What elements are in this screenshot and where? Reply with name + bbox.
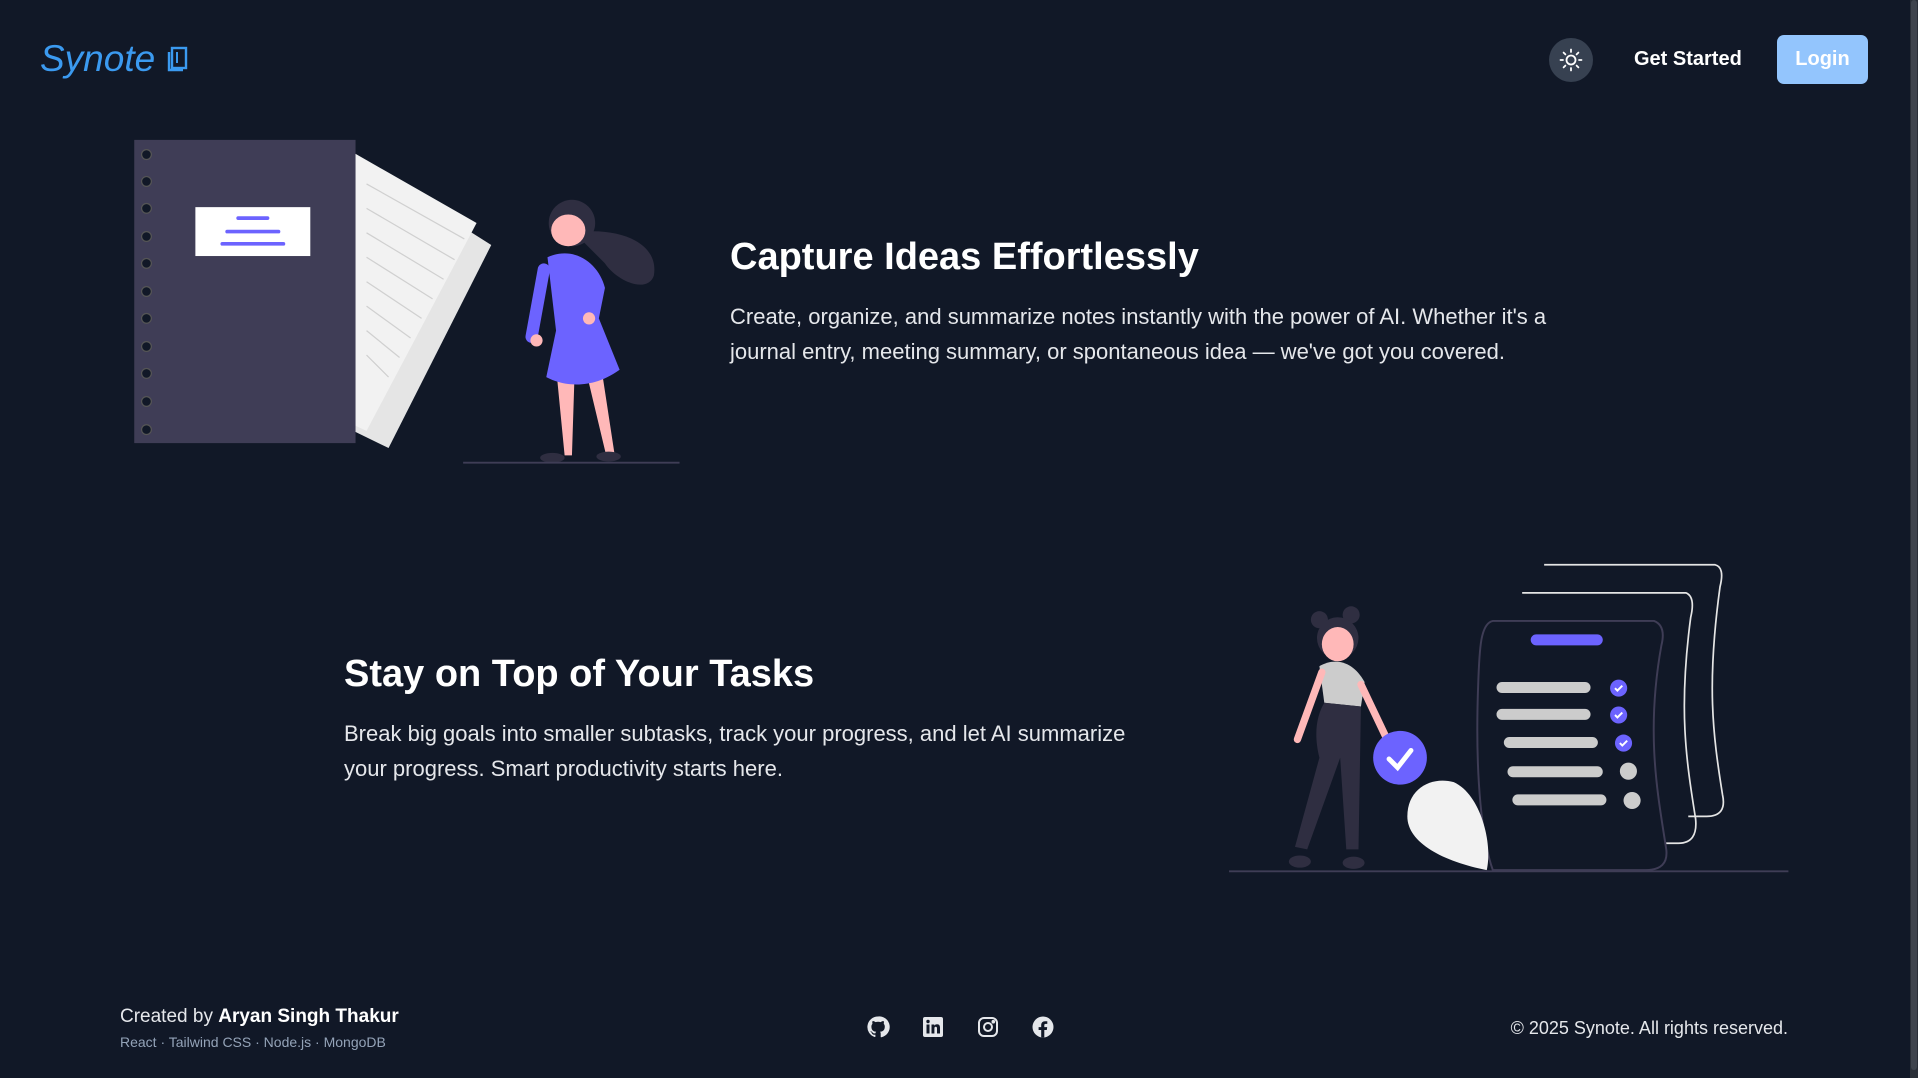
social-links (866, 1015, 1055, 1039)
facebook-icon (1032, 1016, 1054, 1038)
login-button[interactable]: Login (1777, 35, 1868, 84)
notebook-cover (134, 139, 356, 444)
footer-credits: Created by Aryan Singh Thakur React · Ta… (120, 1006, 399, 1050)
logo-link[interactable]: Synote (40, 38, 189, 80)
instagram-link[interactable] (976, 1015, 1000, 1039)
github-link[interactable] (866, 1015, 890, 1039)
section-title-capture: Capture Ideas Effortlessly (730, 236, 1199, 278)
author-name: Aryan Singh Thakur (218, 1006, 399, 1027)
linkedin-icon (923, 1017, 943, 1037)
logo-text: Synote (40, 38, 156, 79)
get-started-link[interactable]: Get Started (1634, 48, 1742, 71)
scrollbar-thumb[interactable] (1911, 0, 1917, 1070)
scrollbar[interactable] (1910, 0, 1918, 1078)
credit-line: Created by Aryan Singh Thakur (120, 1006, 399, 1028)
instagram-icon (978, 1017, 998, 1037)
checklist-illustration (1229, 563, 1789, 873)
notebook-illustration (134, 139, 680, 464)
theme-toggle-button[interactable] (1549, 38, 1593, 82)
book-icon (168, 46, 188, 72)
sun-icon (1559, 48, 1583, 72)
github-icon (867, 1016, 890, 1038)
woman-figure-2 (1288, 606, 1390, 869)
linkedin-link[interactable] (921, 1015, 945, 1039)
facebook-link[interactable] (1031, 1015, 1055, 1039)
created-by-label: Created by (120, 1006, 213, 1027)
copyright: © 2025 Synote. All rights reserved. (1510, 1018, 1788, 1038)
paper-sheets (348, 149, 492, 448)
tech-stack: React · Tailwind CSS · Node.js · MongoDB (120, 1034, 386, 1050)
section-body-tasks: Break big goals into smaller subtasks, t… (344, 721, 1126, 781)
woman-figure (525, 199, 655, 463)
section-title-tasks: Stay on Top of Your Tasks (344, 653, 815, 695)
section-body-capture: Create, organize, and summarize notes in… (730, 304, 1547, 364)
